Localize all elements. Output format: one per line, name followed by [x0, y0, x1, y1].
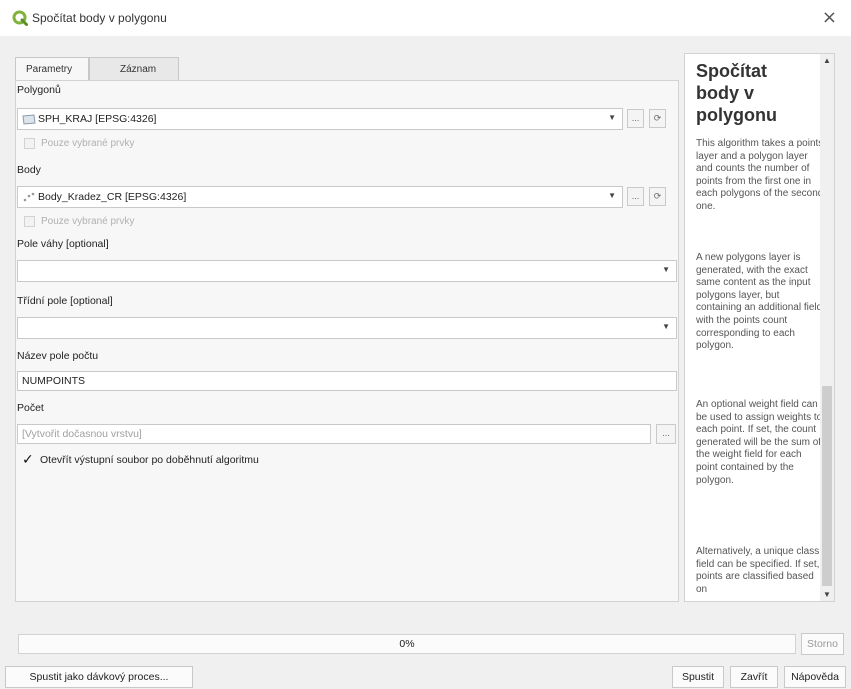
polygons-label: Polygonů [17, 84, 61, 96]
count-output-input[interactable]: [Vytvořit dočasnou vrstvu] [17, 424, 651, 444]
help-panel: Spočítat body v polygonu This algorithm … [684, 53, 835, 602]
close-icon[interactable]: × [822, 7, 837, 28]
points-combobox[interactable]: Body_Kradez_CR [EPSG:4326] ▼ [17, 186, 623, 208]
polygons-browse-button[interactable]: ... [627, 109, 644, 128]
class-field-combobox[interactable]: ▼ [17, 317, 677, 339]
count-output-placeholder: [Vytvořit dočasnou vrstvu] [22, 428, 142, 440]
run-button[interactable]: Spustit [672, 666, 724, 688]
checkbox-icon[interactable] [24, 138, 35, 149]
qgis-logo-icon [12, 10, 28, 26]
scrollbar-thumb[interactable] [822, 386, 832, 586]
title-bar: Spočítat body v polygonu × [0, 0, 851, 36]
close-button[interactable]: Zavřít [730, 666, 778, 688]
points-label: Body [17, 164, 41, 176]
help-button[interactable]: Nápověda [784, 666, 846, 688]
help-paragraph-3: An optional weight field can be used to … [696, 399, 823, 486]
count-field-name-value: NUMPOINTS [22, 375, 85, 387]
polygons-iterate-button[interactable]: ⟳ [649, 109, 666, 128]
polygons-value: SPH_KRAJ [EPSG:4326] [38, 113, 157, 125]
help-paragraph-4: Alternatively, a unique class field can … [696, 546, 820, 595]
chevron-down-icon: ▼ [662, 322, 670, 331]
scroll-up-icon[interactable]: ▲ [823, 56, 831, 65]
help-paragraph-2: A new polygons layer is generated, with … [696, 252, 823, 352]
points-selected-only-label: Pouze vybrané prvky [41, 216, 135, 227]
polygons-selected-only-label: Pouze vybrané prvky [41, 138, 135, 149]
points-value: Body_Kradez_CR [EPSG:4326] [38, 191, 187, 203]
count-field-name-input[interactable]: NUMPOINTS [17, 371, 677, 391]
class-field-label: Třídní pole [optional] [17, 295, 113, 307]
weight-combobox[interactable]: ▼ [17, 260, 677, 282]
help-title: Spočítat body v polygonu [696, 61, 777, 125]
help-scrollbar[interactable]: ▲ ▼ [820, 54, 834, 601]
polygons-combobox[interactable]: SPH_KRAJ [EPSG:4326] ▼ [17, 108, 623, 130]
chevron-down-icon: ▼ [662, 265, 670, 274]
scroll-down-icon[interactable]: ▼ [823, 590, 831, 599]
points-browse-button[interactable]: ... [627, 187, 644, 206]
count-field-name-label: Název pole počtu [17, 350, 99, 362]
weight-label: Pole váhy [optional] [17, 238, 109, 250]
help-paragraph-1: This algorithm takes a points layer and … [696, 138, 824, 212]
tab-parametry[interactable]: Parametry [15, 57, 89, 82]
checkbox-icon[interactable] [24, 216, 35, 227]
progress-bar: 0% [18, 634, 796, 654]
chevron-down-icon: ▼ [608, 191, 616, 200]
tab-zaznam[interactable]: Záznam [89, 57, 179, 81]
open-output-label: Otevřít výstupní soubor po doběhnutí alg… [40, 454, 259, 466]
polygon-layer-icon [22, 114, 36, 125]
run-as-batch-button[interactable]: Spustit jako dávkový proces... [5, 666, 193, 688]
count-output-browse-button[interactable]: ... [656, 424, 676, 444]
window-title: Spočítat body v polygonu [32, 11, 167, 25]
points-iterate-button[interactable]: ⟳ [649, 187, 666, 206]
point-layer-icon [23, 192, 35, 202]
checkmark-icon[interactable]: ✓ [22, 452, 34, 468]
count-output-label: Počet [17, 402, 44, 414]
cancel-button[interactable]: Storno [801, 633, 844, 655]
parameters-panel [15, 80, 679, 602]
progress-text: 0% [399, 638, 415, 650]
chevron-down-icon: ▼ [608, 113, 616, 122]
